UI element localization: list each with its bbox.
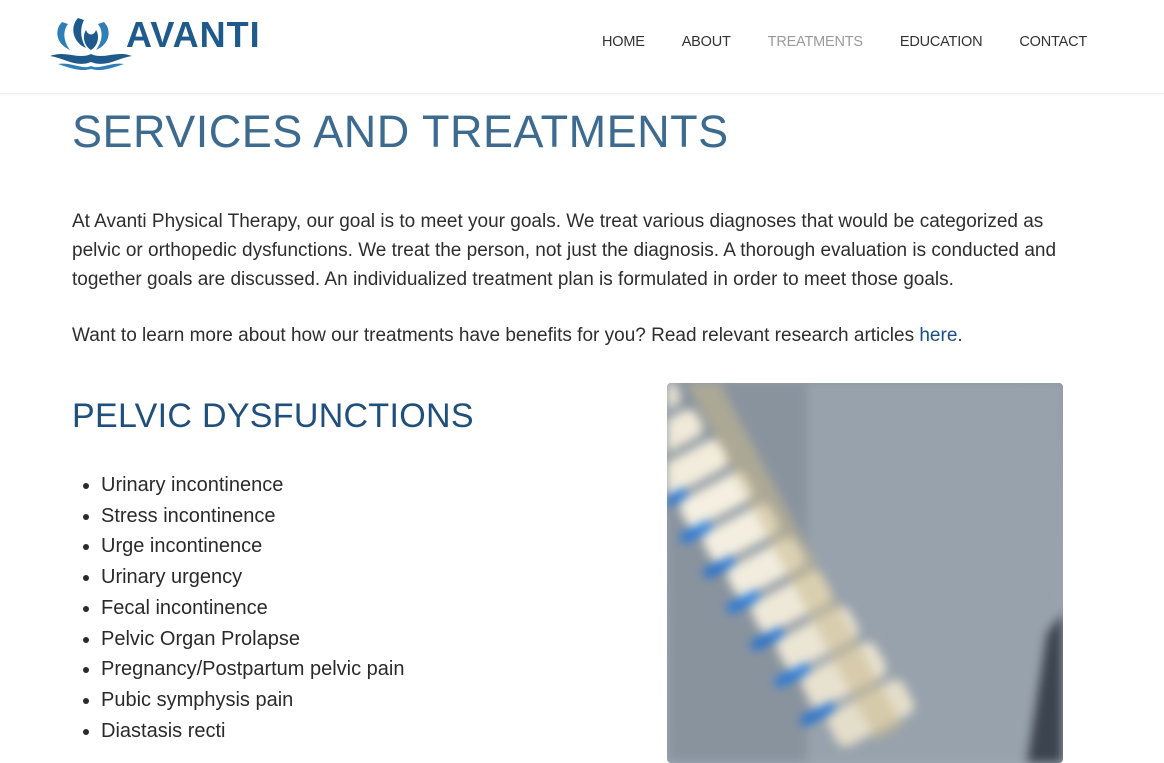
page-title: SERVICES AND TREATMENTS [72, 104, 729, 160]
list-item: Urinary urgency [72, 562, 405, 593]
brand-name: AVANTI [126, 16, 261, 54]
site-header: AVANTI HOME ABOUT TREATMENTS EDUCATION C… [0, 0, 1164, 94]
lotus-logo-icon [48, 16, 134, 70]
research-text: Want to learn more about how our treatme… [72, 325, 919, 346]
intro-paragraph: At Avanti Physical Therapy, our goal is … [72, 207, 1072, 294]
brand-logo[interactable]: AVANTI [48, 16, 288, 70]
list-item: Pelvic Organ Prolapse [72, 624, 405, 655]
spine-photo [667, 383, 1063, 763]
research-link[interactable]: here [919, 325, 957, 346]
nav-contact[interactable]: CONTACT [1019, 33, 1087, 51]
list-item: Pubic symphysis pain [72, 685, 405, 716]
list-item: Stress incontinence [72, 501, 405, 532]
list-item: Diastasis recti [72, 716, 405, 747]
list-item: Fecal incontinence [72, 593, 405, 624]
nav-home[interactable]: HOME [602, 33, 645, 51]
pelvic-list: Urinary incontinence Stress incontinence… [72, 470, 405, 746]
research-paragraph: Want to learn more about how our treatme… [72, 321, 1072, 350]
nav-treatments[interactable]: TREATMENTS [768, 33, 863, 51]
spine-image-icon [667, 383, 1063, 763]
list-item: Pregnancy/Postpartum pelvic pain [72, 654, 405, 685]
list-item: Urge incontinence [72, 531, 405, 562]
list-item: Urinary incontinence [72, 470, 405, 501]
nav-about[interactable]: ABOUT [682, 33, 731, 51]
nav-education[interactable]: EDUCATION [900, 33, 983, 51]
main-nav: HOME ABOUT TREATMENTS EDUCATION CONTACT [565, 33, 1087, 51]
research-end: . [957, 325, 962, 346]
pelvic-section-title: PELVIC DYSFUNCTIONS [72, 393, 474, 439]
